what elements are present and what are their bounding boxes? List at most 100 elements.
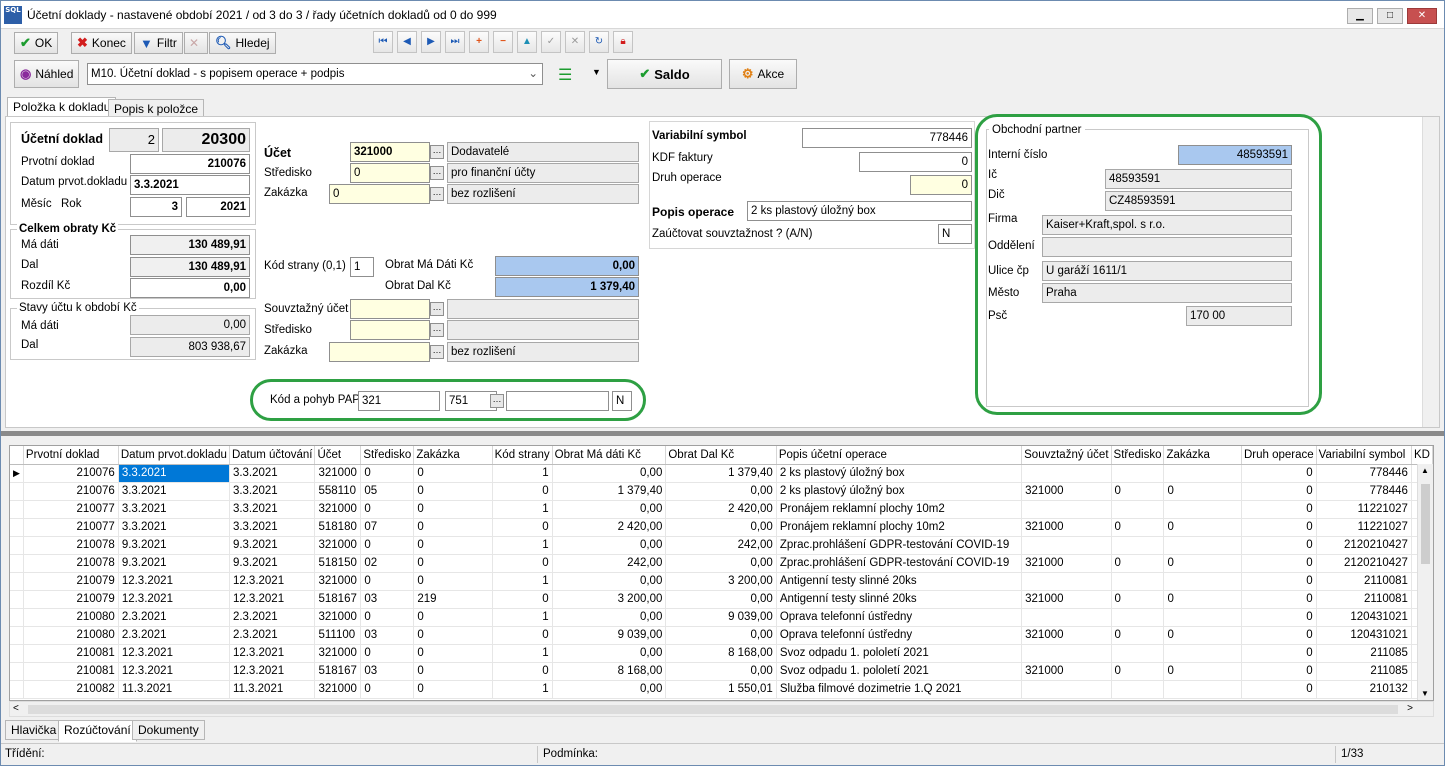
form-scrollbar[interactable]	[1422, 117, 1439, 427]
table-row[interactable]: 210078 9.3.2021 9.3.2021 518150 02 0 0 242,00 0,…	[10, 554, 1433, 573]
pap-kod-field[interactable]: 321	[358, 391, 440, 411]
table-cell[interactable]: 321000	[1021, 482, 1112, 501]
table-cell[interactable]: 0	[492, 554, 553, 573]
clear-filter-button[interactable]: ✕	[184, 32, 208, 54]
table-cell[interactable]: 0	[1163, 662, 1242, 681]
table-cell[interactable]: 210082	[23, 680, 119, 699]
souv-stredisko-lookup-button[interactable]: …	[430, 323, 444, 337]
souv-zakazka-field[interactable]	[329, 342, 430, 362]
stredisko-lookup-button[interactable]: …	[430, 166, 444, 180]
table-cell[interactable]: 0	[360, 464, 415, 483]
table-cell[interactable]: Svoz odpadu 1. pololetí 2021	[776, 662, 1023, 681]
table-cell[interactable]	[1021, 572, 1112, 591]
table-cell[interactable]: 11.3.2021	[229, 680, 316, 699]
table-cell[interactable]: 0	[1111, 662, 1165, 681]
table-cell[interactable]: 1	[492, 680, 553, 699]
table-cell[interactable]: 12.3.2021	[118, 590, 230, 609]
splitter[interactable]	[1, 431, 1444, 436]
post-record-button[interactable]: ✓	[541, 31, 561, 53]
column-header[interactable]: Variabilní symbol	[1316, 446, 1412, 465]
table-cell[interactable]: 0	[1241, 608, 1317, 627]
table-cell[interactable]: 2110081	[1316, 590, 1412, 609]
table-cell[interactable]: 0	[1163, 518, 1242, 537]
ucet-lookup-button[interactable]: …	[430, 145, 444, 159]
table-cell[interactable]: 3 200,00	[552, 590, 667, 609]
table-cell[interactable]: 210078	[23, 536, 119, 555]
table-cell[interactable]: 242,00	[665, 536, 777, 555]
table-cell[interactable]: 2 ks plastový úložný box	[776, 464, 1023, 483]
table-cell[interactable]: 0,00	[665, 518, 777, 537]
first-record-button[interactable]: ⏮	[373, 31, 393, 53]
pap-lookup-button[interactable]: …	[490, 394, 504, 408]
table-cell[interactable]: 3.3.2021	[118, 482, 230, 501]
interni-field[interactable]: 48593591	[1178, 145, 1292, 165]
scroll-up-icon[interactable]: ▲	[1421, 466, 1429, 475]
grid-hscroll-thumb[interactable]	[28, 705, 1398, 714]
table-row[interactable]: 210077 3.3.2021 3.3.2021 321000 0 0 1 0,00 2 420…	[10, 500, 1433, 519]
table-cell[interactable]: 0	[1241, 644, 1317, 663]
table-cell[interactable]: 321000	[314, 500, 362, 519]
table-cell[interactable]: 0,00	[552, 464, 667, 483]
tab-rozuctovani[interactable]: Rozúčtování	[58, 720, 137, 742]
table-cell[interactable]	[1021, 536, 1112, 555]
table-cell[interactable]: 9.3.2021	[229, 536, 316, 555]
table-cell[interactable]: 0,00	[665, 662, 777, 681]
table-cell[interactable]	[1021, 644, 1112, 663]
table-cell[interactable]: Oprava telefonní ústředny	[776, 608, 1023, 627]
table-cell[interactable]	[1163, 572, 1242, 591]
datum-field[interactable]: 3.3.2021	[130, 175, 250, 195]
table-cell[interactable]: 0	[1241, 590, 1317, 609]
table-cell[interactable]: 0	[492, 626, 553, 645]
zakazka-field[interactable]: 0	[329, 184, 430, 204]
table-row[interactable]: 210079 12.3.2021 12.3.2021 518167 03 219 0 3 20…	[10, 590, 1433, 609]
zakazka-lookup-button[interactable]: …	[430, 187, 444, 201]
table-cell[interactable]: 0,00	[665, 626, 777, 645]
table-cell[interactable]: 0	[413, 536, 493, 555]
table-cell[interactable]: 0	[360, 680, 415, 699]
table-cell[interactable]: 02	[360, 554, 415, 573]
table-cell[interactable]: 242,00	[552, 554, 667, 573]
column-header[interactable]: Zakázka	[1163, 446, 1242, 465]
table-cell[interactable]: 0	[1241, 554, 1317, 573]
table-cell[interactable]: 0,00	[552, 500, 667, 519]
hledej-button[interactable]: 🔍︎ Hledej	[209, 32, 276, 54]
column-header[interactable]: Popis účetní operace	[776, 446, 1023, 465]
table-cell[interactable]: 9 039,00	[665, 608, 777, 627]
table-cell[interactable]	[1111, 464, 1165, 483]
scroll-down-icon[interactable]: ▼	[1421, 689, 1429, 698]
table-cell[interactable]: 1	[492, 608, 553, 627]
table-cell[interactable]: 321000	[314, 608, 362, 627]
table-cell[interactable]: 321000	[314, 572, 362, 591]
vs-field[interactable]: 778446	[802, 128, 972, 148]
table-cell[interactable]	[1111, 680, 1165, 699]
table-row[interactable]: 210080 2.3.2021 2.3.2021 321000 0 0 1 0,00 9 039…	[10, 608, 1433, 627]
table-cell[interactable]: 0	[1111, 626, 1165, 645]
table-cell[interactable]: 0	[413, 608, 493, 627]
table-cell[interactable]: 9.3.2021	[229, 554, 316, 573]
nahled-button[interactable]: ◉ Náhled	[14, 60, 80, 88]
zauct-field[interactable]: N	[938, 224, 972, 244]
table-cell[interactable]: 0	[360, 572, 415, 591]
ok-button[interactable]: ✔ OK	[14, 32, 59, 54]
column-header[interactable]: KD	[1411, 446, 1433, 465]
table-cell[interactable]: 210079	[23, 590, 119, 609]
table-cell[interactable]	[1163, 464, 1242, 483]
table-cell[interactable]: 3.3.2021	[229, 464, 316, 483]
table-cell[interactable]: 0	[413, 554, 493, 573]
table-cell[interactable]: 3.3.2021	[118, 500, 230, 519]
table-cell[interactable]: 03	[360, 626, 415, 645]
table-cell[interactable]: 12.3.2021	[118, 644, 230, 663]
doklad-series-field[interactable]: 2	[109, 128, 159, 152]
tab-polozka[interactable]: Položka k dokladu	[7, 97, 117, 117]
table-cell[interactable]: 0	[492, 518, 553, 537]
table-cell[interactable]: Antigenní testy slinné 20ks	[776, 572, 1023, 591]
table-cell[interactable]: 1	[492, 536, 553, 555]
table-cell[interactable]: 12.3.2021	[118, 572, 230, 591]
table-cell[interactable]: 0	[413, 626, 493, 645]
table-cell[interactable]: 0	[413, 644, 493, 663]
table-cell[interactable]: 0	[360, 500, 415, 519]
table-cell[interactable]: 12.3.2021	[229, 590, 316, 609]
saldo-button[interactable]: ✔ Saldo	[607, 59, 722, 89]
report-select[interactable]: M10. Účetní doklad - s popisem operace +…	[87, 63, 543, 85]
table-cell[interactable]: 1 379,40	[552, 482, 667, 501]
